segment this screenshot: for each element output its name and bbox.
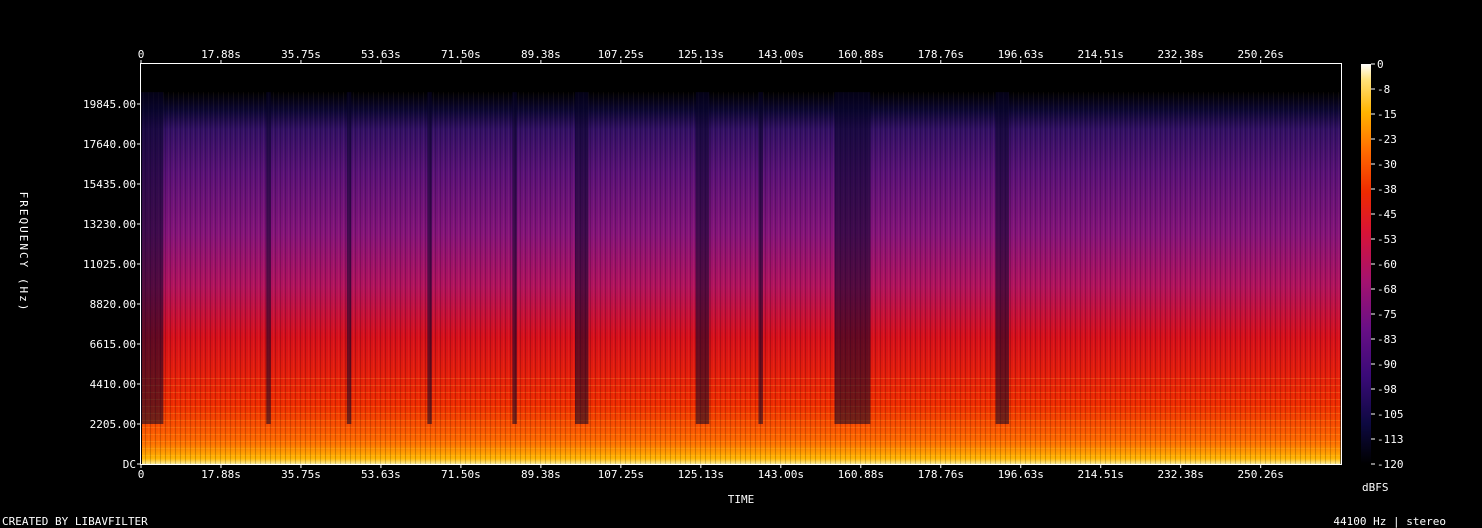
colorbar-tick-label: -30	[1377, 158, 1397, 171]
colorbar-tick-label: -23	[1377, 133, 1397, 146]
x-tick-label-bottom: 143.00s	[758, 468, 804, 481]
x-tick-label-bottom: 125.13s	[678, 468, 724, 481]
x-tick-label-bottom: 160.88s	[838, 468, 884, 481]
colorbar-tick-label: -8	[1377, 83, 1390, 96]
colorbar-tick-label: -75	[1377, 308, 1397, 321]
x-tick-label-top: 160.88s	[838, 48, 884, 61]
y-tick-label: 2205.00	[90, 418, 136, 431]
y-tick-label: 17640.00	[83, 138, 136, 151]
x-tick-label-bottom: 214.51s	[1078, 468, 1124, 481]
quiet-section	[141, 92, 164, 424]
x-tick-label-top: 17.88s	[201, 48, 241, 61]
quiet-section	[695, 92, 710, 424]
x-tick-label-bottom: 71.50s	[441, 468, 481, 481]
colorbar-tick-label: -113	[1377, 433, 1404, 446]
y-tick-label: 15435.00	[83, 178, 136, 191]
y-tick-label: 11025.00	[83, 258, 136, 271]
y-axis-label: FREQUENCY (Hz)	[17, 192, 30, 313]
colorbar-ticks: 0 -8 -15 -23 -30 -38 -45 -53 -60 -68 -75 -83 -90 -98 -…	[1371, 58, 1404, 471]
x-tick-label-bottom: 250.26s	[1238, 468, 1284, 481]
y-tick-label: 4410.00	[90, 378, 136, 391]
x-tick-label-top: 250.26s	[1238, 48, 1284, 61]
footer-credit: CREATED BY LIBAVFILTER	[2, 515, 148, 528]
x-tick-label-bottom: 35.75s	[281, 468, 321, 481]
colorbar-tick-label: -60	[1377, 258, 1397, 271]
quiet-section	[995, 92, 1010, 424]
colorbar-tick-label: -83	[1377, 333, 1397, 346]
x-axis-bottom: 0 17.88s 35.75s 53.63s 71.50s 89.38s 107.25s 12…	[138, 464, 1284, 481]
transient-stripes	[142, 92, 1341, 464]
quiet-section	[758, 92, 763, 424]
colorbar-tick-label: -105	[1377, 408, 1404, 421]
x-tick-label-bottom: 53.63s	[361, 468, 401, 481]
quiet-section	[427, 92, 432, 424]
quiet-section	[346, 92, 352, 424]
x-tick-label-top: 125.13s	[678, 48, 724, 61]
colorbar-tick-label: 0	[1377, 58, 1384, 71]
y-tick-label: 6615.00	[90, 338, 136, 351]
colorbar-tick-label: -98	[1377, 383, 1397, 396]
y-tick-label: 19845.00	[83, 98, 136, 111]
colorbar-tick-label: -38	[1377, 183, 1397, 196]
quiet-section	[834, 92, 871, 424]
x-tick-label-top: 196.63s	[998, 48, 1044, 61]
y-tick-label: DC	[123, 458, 136, 471]
x-tick-label-bottom: 89.38s	[521, 468, 561, 481]
y-axis: DC 2205.00 4410.00 6615.00 8820.00 11025.00 13…	[83, 98, 141, 471]
colorbar-tick-label: -90	[1377, 358, 1397, 371]
x-tick-label-top: 143.00s	[758, 48, 804, 61]
x-tick-label-top: 53.63s	[361, 48, 401, 61]
y-tick-label: 8820.00	[90, 298, 136, 311]
x-tick-label-bottom: 0	[138, 468, 145, 481]
x-tick-label-bottom: 17.88s	[201, 468, 241, 481]
spectrogram-chart: 0 17.88s 35.75s 53.63s 71.50s 89.38s 107.25s 12…	[17, 48, 1404, 506]
x-tick-label-top: 0	[138, 48, 145, 61]
colorbar-label: dBFS	[1362, 481, 1389, 494]
x-tick-label-top: 89.38s	[521, 48, 561, 61]
x-tick-label-bottom: 107.25s	[598, 468, 644, 481]
colorbar-tick-label: -15	[1377, 108, 1397, 121]
x-tick-label-bottom: 178.76s	[918, 468, 964, 481]
spectrogram-plot-area	[141, 64, 1341, 464]
colorbar-tick-label: -53	[1377, 233, 1397, 246]
x-tick-label-top: 35.75s	[281, 48, 321, 61]
colorbar-tick-label: -120	[1377, 458, 1404, 471]
x-axis-top: 0 17.88s 35.75s 53.63s 71.50s 89.38s 107.25s 12…	[138, 48, 1284, 64]
x-tick-label-bottom: 196.63s	[998, 468, 1044, 481]
quiet-section	[512, 92, 517, 424]
x-tick-label-top: 232.38s	[1158, 48, 1204, 61]
x-tick-label-top: 178.76s	[918, 48, 964, 61]
colorbar-tick-label: -68	[1377, 283, 1397, 296]
x-tick-label-top: 214.51s	[1078, 48, 1124, 61]
quiet-section	[266, 92, 271, 424]
footer-sample-info: 44100 Hz | stereo	[1333, 515, 1446, 528]
colorbar-tick-label: -45	[1377, 208, 1397, 221]
y-tick-label: 13230.00	[83, 218, 136, 231]
x-axis-label: TIME	[728, 493, 755, 506]
x-tick-label-top: 107.25s	[598, 48, 644, 61]
colorbar	[1361, 64, 1371, 464]
x-tick-label-bottom: 232.38s	[1158, 468, 1204, 481]
x-tick-label-top: 71.50s	[441, 48, 481, 61]
quiet-section	[575, 92, 589, 424]
